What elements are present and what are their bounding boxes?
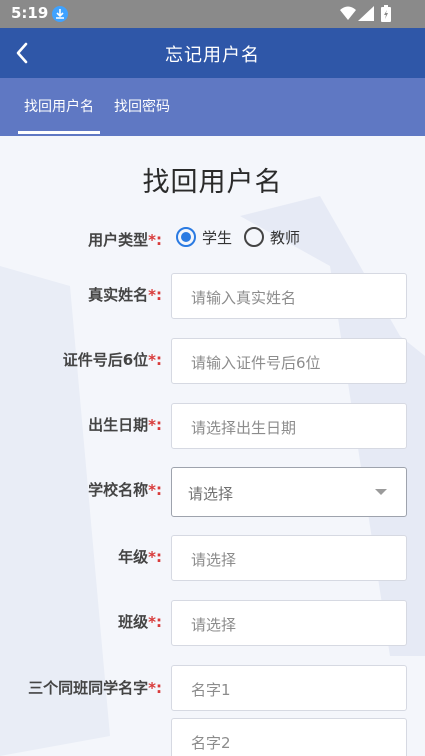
grade-label: 年级*:: [118, 548, 162, 566]
classmate-name-1-input[interactable]: 名字1: [171, 665, 407, 711]
school-select[interactable]: 请选择: [171, 467, 407, 517]
classmate-name-2-input[interactable]: 名字2: [171, 718, 407, 756]
class-placeholder: 请选择: [191, 616, 237, 634]
page-title: 忘记用户名: [165, 45, 260, 66]
tab-active-indicator: [18, 131, 100, 134]
class-select[interactable]: 请选择: [171, 600, 407, 646]
school-placeholder: 请选择: [188, 485, 234, 503]
wifi-icon: [340, 6, 356, 20]
birth-date-input[interactable]: 请选择出生日期: [171, 403, 407, 449]
download-icon: [52, 6, 68, 22]
id-last6-label: 证件号后6位*:: [62, 351, 162, 369]
user-type-label: 用户类型*:: [88, 231, 162, 249]
real-name-placeholder: 请输入真实姓名: [191, 289, 297, 307]
tab-find-password[interactable]: 找回密码: [114, 96, 170, 116]
radio-teacher[interactable]: [244, 227, 264, 247]
tab-bar: 找回用户名 找回密码: [0, 78, 425, 136]
classmate-name-1-placeholder: 名字1: [191, 681, 231, 699]
chevron-down-icon: [375, 489, 387, 495]
status-time: 5:19: [11, 4, 49, 22]
id-last6-placeholder: 请输入证件号后6位: [191, 354, 321, 372]
classmate-name-2-placeholder: 名字2: [191, 734, 231, 752]
grade-select[interactable]: 请选择: [171, 535, 407, 581]
school-label: 学校名称*:: [88, 481, 162, 499]
grade-placeholder: 请选择: [191, 551, 237, 569]
classmates-label: 三个同班同学名字*:: [28, 679, 162, 697]
required-mark: *:: [148, 231, 162, 249]
real-name-label: 真实姓名*:: [88, 286, 162, 304]
signal-icon: [358, 6, 374, 21]
radio-student[interactable]: [176, 227, 196, 247]
birth-date-label: 出生日期*:: [88, 416, 162, 434]
class-label: 班级*:: [118, 613, 162, 631]
real-name-input[interactable]: 请输入真实姓名: [171, 273, 407, 319]
id-last6-input[interactable]: 请输入证件号后6位: [171, 338, 407, 384]
app-header: 忘记用户名: [0, 28, 425, 78]
form-container: 找回用户名 用户类型*: 学生 教师 真实姓名*: 请输入真实姓名 证件号后6位…: [0, 136, 425, 756]
tab-find-username[interactable]: 找回用户名: [24, 96, 94, 116]
radio-teacher-label[interactable]: 教师: [270, 227, 300, 248]
status-bar: 5:19: [0, 0, 425, 28]
radio-student-label[interactable]: 学生: [202, 227, 232, 248]
battery-icon: [381, 5, 391, 22]
form-title: 找回用户名: [142, 167, 283, 198]
birth-date-placeholder: 请选择出生日期: [191, 419, 297, 437]
